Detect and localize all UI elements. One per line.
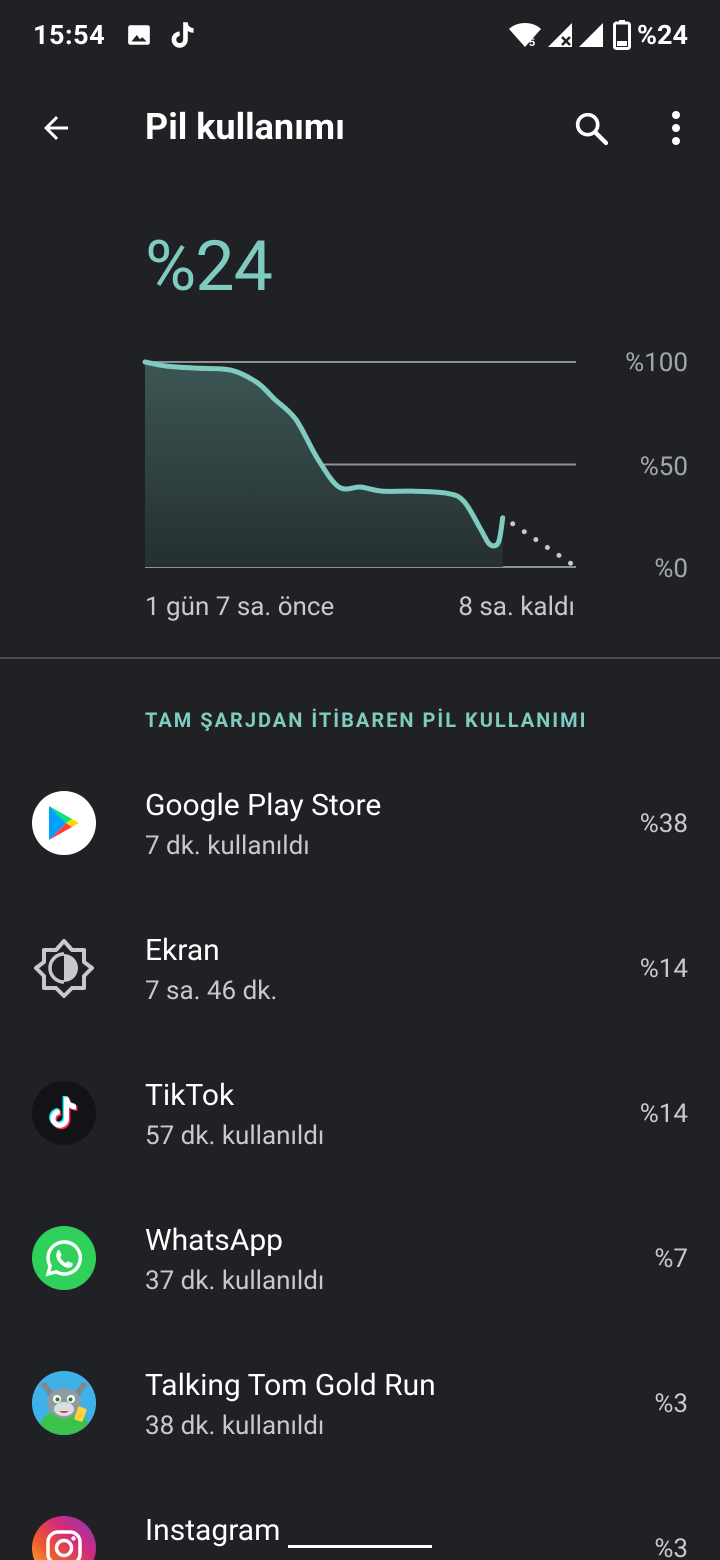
app-percent: %3 (654, 1389, 688, 1419)
list-item[interactable]: TikTok 57 dk. kullanıldı %14 (0, 1040, 720, 1185)
status-battery-text: %24 (637, 19, 688, 51)
status-bar: 15:54 5 %24 (0, 0, 720, 72)
google-play-icon (32, 791, 96, 855)
search-icon (575, 112, 609, 146)
wifi-icon: 5 (508, 21, 542, 53)
app-usage-time: 7 dk. kullanıldı (145, 831, 310, 861)
status-time: 15:54 (33, 19, 106, 51)
app-usage-time: 57 dk. kullanıldı (145, 1121, 325, 1151)
talking-tom-icon (32, 1371, 96, 1435)
battery-icon (613, 20, 631, 54)
list-item[interactable]: WhatsApp 37 dk. kullanıldı %7 (0, 1185, 720, 1330)
app-name: Google Play Store (145, 788, 382, 823)
page-title: Pil kullanımı (145, 106, 345, 148)
battery-chart (142, 359, 579, 570)
more-vert-icon (672, 111, 680, 145)
list-item[interactable]: Ekran 7 sa. 46 dk. %14 (0, 895, 720, 1040)
divider (0, 657, 720, 659)
app-name: Ekran (145, 933, 220, 968)
x-end-label: 8 sa. kaldı (458, 592, 575, 622)
app-name: WhatsApp (145, 1223, 284, 1258)
y-tick-label: %0 (654, 554, 688, 584)
whatsapp-icon (32, 1226, 96, 1290)
y-tick-label: %100 (625, 348, 688, 378)
app-name: Talking Tom Gold Run (145, 1368, 436, 1403)
list-item[interactable]: Instagram %3 (0, 1475, 720, 1560)
battery-usage-screen: 15:54 5 %24 Pil kullanımı %24 %100 %50 %… (0, 0, 720, 1560)
tiktok-icon (168, 20, 196, 54)
app-percent: %7 (654, 1244, 688, 1274)
instagram-icon (32, 1516, 96, 1560)
app-percent: %3 (654, 1534, 688, 1560)
app-usage-time: 37 dk. kullanıldı (145, 1266, 325, 1296)
tiktok-icon (32, 1081, 96, 1145)
app-usage-time: 7 sa. 46 dk. (145, 976, 278, 1006)
app-name: Instagram (145, 1513, 281, 1548)
arrow-back-icon (44, 116, 68, 140)
signal-x-icon (546, 21, 574, 53)
battery-summary: %24 %100 %50 %0 1 gün 7 sa. önce 8 sa. k… (0, 184, 720, 658)
app-name: TikTok (145, 1078, 235, 1113)
app-percent: %14 (639, 1099, 688, 1129)
image-icon (126, 22, 152, 52)
brightness-icon (32, 936, 96, 1000)
x-start-label: 1 gün 7 sa. önce (145, 592, 335, 622)
app-bar: Pil kullanımı (0, 72, 720, 184)
svg-text:5: 5 (529, 37, 535, 49)
section-header: TAM ŞARJDAN İTİBAREN PİL KULLANIMI (145, 708, 588, 732)
list-item[interactable]: Talking Tom Gold Run 38 dk. kullanıldı %… (0, 1330, 720, 1475)
y-tick-label: %50 (639, 452, 688, 482)
app-percent: %38 (639, 809, 688, 839)
back-button[interactable] (30, 102, 82, 154)
more-options-button[interactable] (650, 102, 702, 154)
app-usage-time: 38 dk. kullanıldı (145, 1411, 325, 1441)
search-button[interactable] (565, 102, 617, 154)
projection-line (510, 521, 579, 570)
app-percent: %14 (639, 954, 688, 984)
list-item[interactable]: Google Play Store 7 dk. kullanıldı %38 (0, 750, 720, 895)
underline-mark (288, 1545, 432, 1548)
signal-icon (577, 21, 605, 53)
